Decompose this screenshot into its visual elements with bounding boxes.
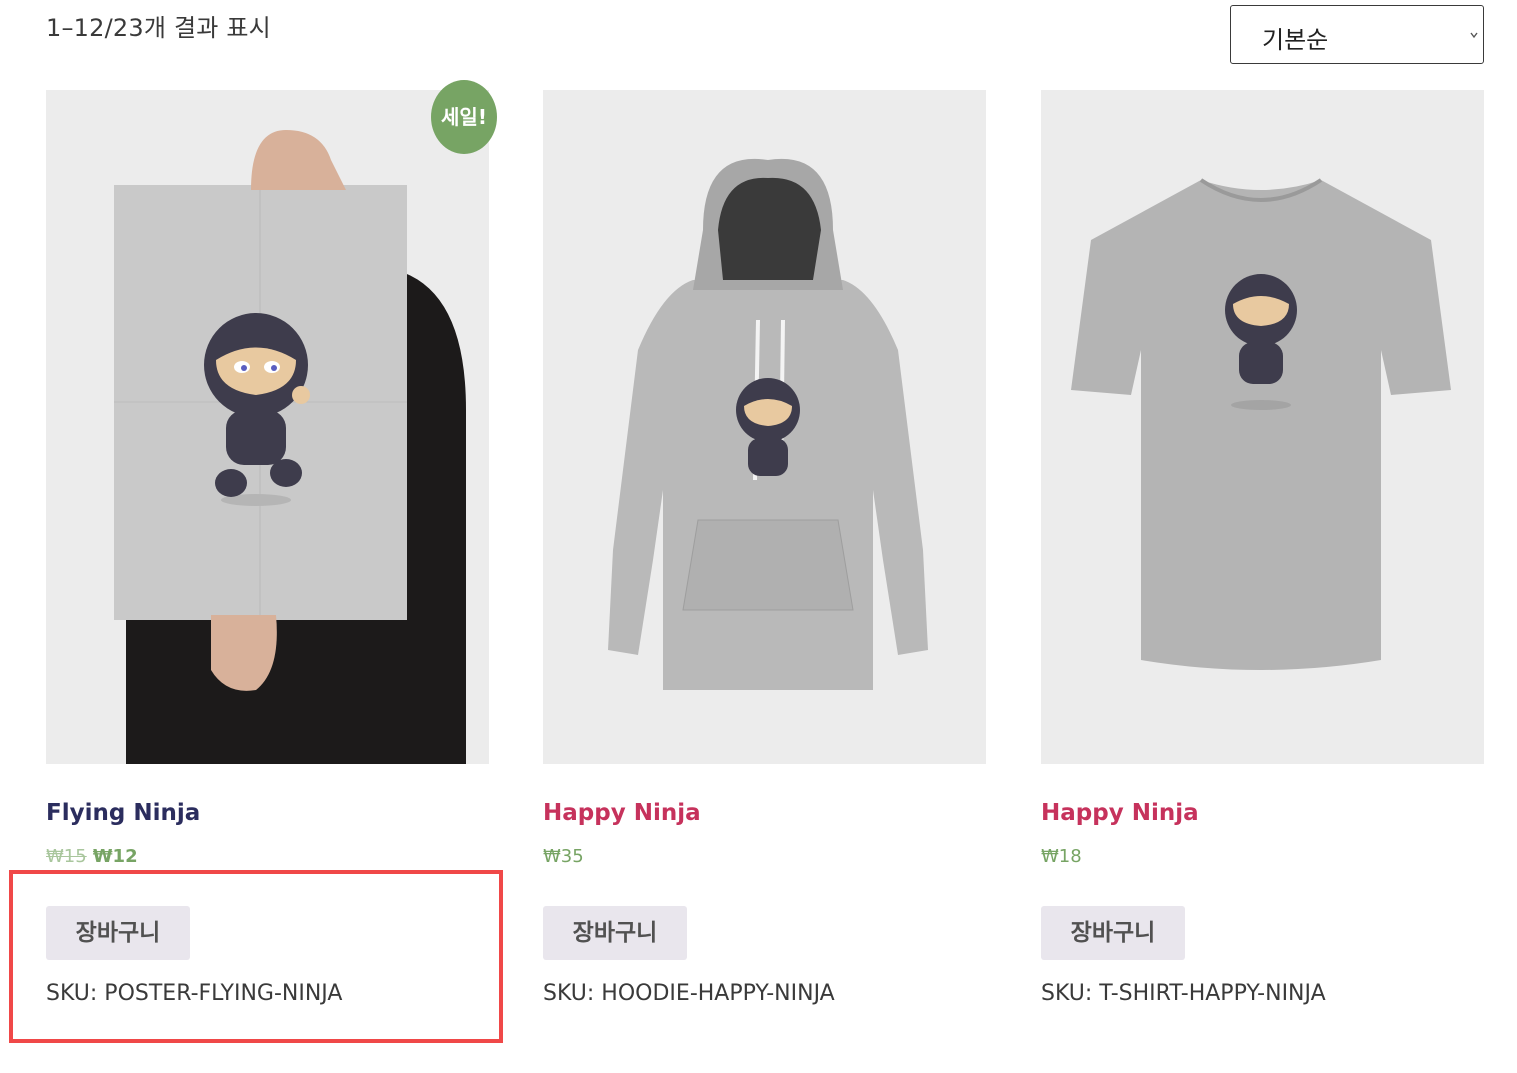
product-price: ₩15 ₩12 [46,846,138,867]
product-price: ₩35 [543,846,584,867]
regular-price: ₩15 [46,846,87,867]
product-image-tshirt[interactable] [1041,90,1484,764]
add-to-cart-button[interactable]: 장바구니 [1041,906,1185,960]
product-image-poster[interactable] [46,90,489,764]
sale-badge: 세일! [431,80,497,154]
orderby-select[interactable]: 기본순 [1230,5,1484,64]
product-title[interactable]: Happy Ninja [543,800,701,826]
product-image-hoodie[interactable] [543,90,986,764]
product-card-flying-ninja: Flying Ninja ₩15 ₩12 장바구니 SKU: POSTER-FLY… [46,90,489,1006]
add-to-cart-button[interactable]: 장바구니 [543,906,687,960]
sale-price: ₩12 [92,846,138,867]
chevron-down-icon [1470,32,1478,39]
product-title[interactable]: Happy Ninja [1041,800,1199,826]
product-card-happy-ninja-hoodie: Happy Ninja ₩35 장바구니 SKU: HOODIE-HAPPY-N… [543,90,986,1006]
highlight-box [9,870,503,1043]
product-sku: SKU: T-SHIRT-HAPPY-NINJA [1041,981,1326,1006]
product-sku: SKU: HOODIE-HAPPY-NINJA [543,981,835,1006]
product-price: ₩18 [1041,846,1082,867]
orderby-selected-label: 기본순 [1262,26,1329,54]
product-title[interactable]: Flying Ninja [46,800,200,826]
result-count: 1–12/23개 결과 표시 [46,14,271,42]
product-card-happy-ninja-tshirt: Happy Ninja ₩18 장바구니 SKU: T-SHIRT-HAPPY-… [1041,90,1484,1006]
